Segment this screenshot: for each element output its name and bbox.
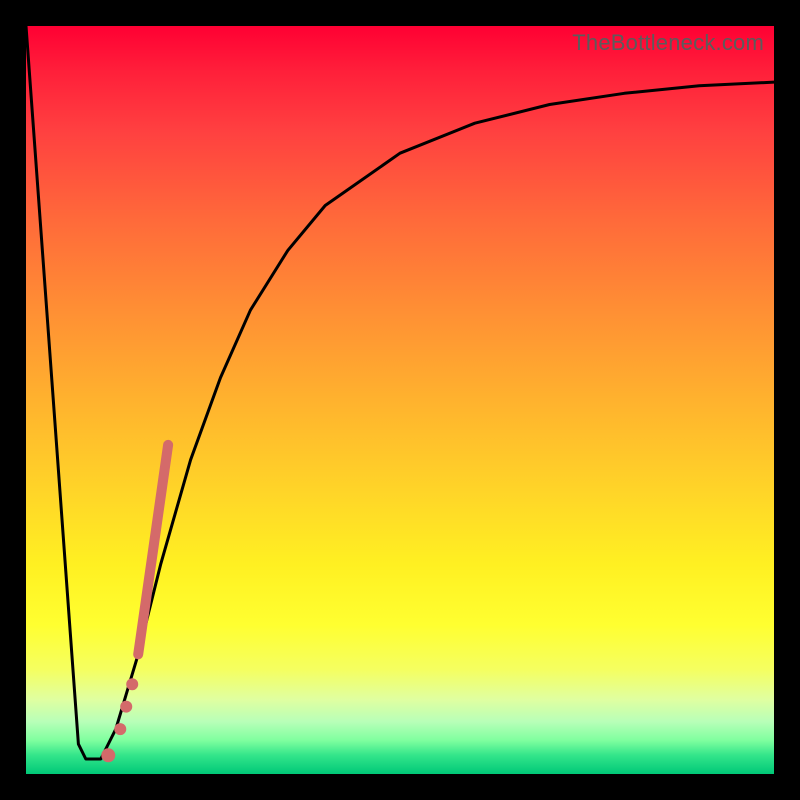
chart-frame: TheBottleneck.com [0, 0, 800, 800]
dot-1 [126, 678, 138, 690]
dot-4 [101, 748, 115, 762]
plot-area: TheBottleneck.com [26, 26, 774, 774]
dot-3 [114, 723, 126, 735]
chart-svg [26, 26, 774, 774]
dot-2 [120, 701, 132, 713]
